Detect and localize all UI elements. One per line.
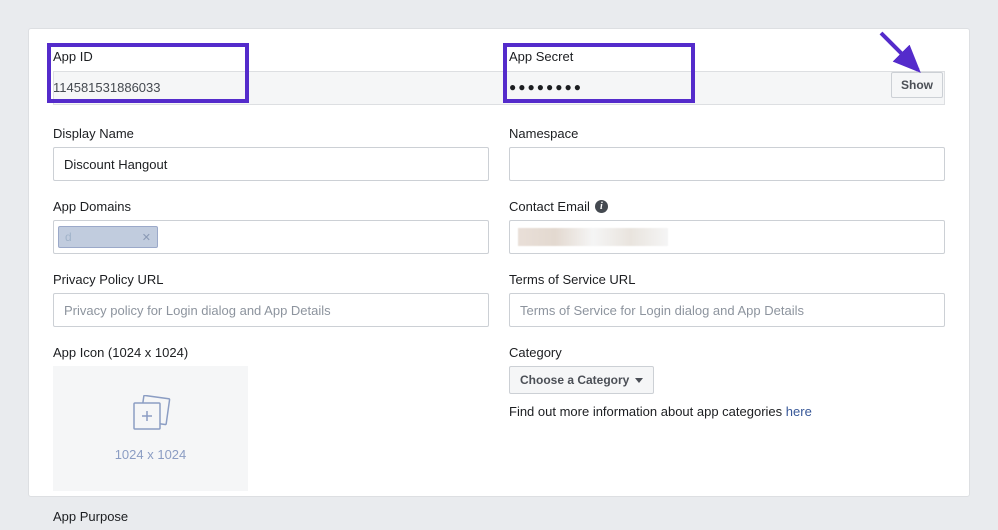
contact-email-redacted	[518, 228, 668, 246]
display-name-input[interactable]	[53, 147, 489, 181]
icon-size-text: 1024 x 1024	[115, 447, 187, 462]
category-help-link[interactable]: here	[786, 404, 812, 419]
app-id-label: App ID	[53, 49, 489, 64]
app-secret-value: ●●●●●●●●	[509, 80, 583, 94]
namespace-label: Namespace	[509, 126, 945, 141]
app-domains-input[interactable]: d ✕	[53, 220, 489, 254]
contact-email-input[interactable]	[509, 220, 945, 254]
tos-url-label: Terms of Service URL	[509, 272, 945, 287]
settings-card: App ID 114581531886033 App Secret ●●●●●●…	[28, 28, 970, 497]
show-secret-button[interactable]: Show	[891, 72, 943, 98]
info-icon[interactable]: i	[595, 200, 608, 213]
category-help-text: Find out more information about app cate…	[509, 404, 945, 419]
chevron-down-icon	[635, 378, 643, 383]
app-icon-label: App Icon (1024 x 1024)	[53, 345, 489, 360]
contact-email-label: Contact Email i	[509, 199, 945, 214]
namespace-input[interactable]	[509, 147, 945, 181]
category-label: Category	[509, 345, 945, 360]
app-icon-uploader[interactable]: 1024 x 1024	[53, 366, 248, 491]
app-secret-label: App Secret	[509, 49, 945, 64]
app-id-value: 114581531886033	[53, 70, 489, 104]
privacy-url-label: Privacy Policy URL	[53, 272, 489, 287]
remove-token-icon[interactable]: ✕	[142, 231, 151, 244]
domain-token[interactable]: d ✕	[58, 226, 158, 248]
domain-token-text: d	[65, 230, 72, 244]
upload-image-icon	[127, 395, 175, 435]
display-name-label: Display Name	[53, 126, 489, 141]
app-domains-label: App Domains	[53, 199, 489, 214]
category-dropdown[interactable]: Choose a Category	[509, 366, 654, 394]
tos-url-input[interactable]	[509, 293, 945, 327]
app-purpose-label: App Purpose	[53, 509, 945, 524]
privacy-url-input[interactable]	[53, 293, 489, 327]
